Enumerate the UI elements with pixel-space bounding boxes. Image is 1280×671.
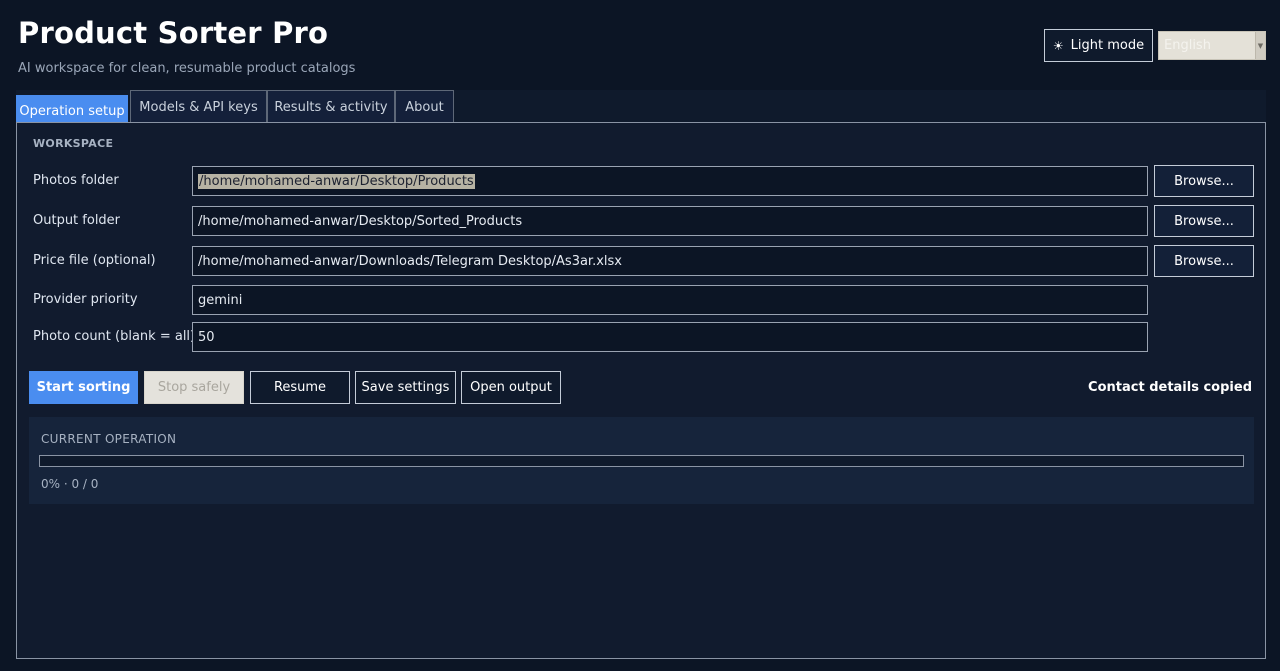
photo-count-value: 50 [198, 329, 215, 345]
output-folder-value: /home/mohamed-anwar/Desktop/Sorted_Produ… [198, 213, 523, 229]
current-operation-title: CURRENT OPERATION [41, 432, 177, 446]
photos-folder-label: Photos folder [33, 173, 119, 188]
price-file-label: Price file (optional) [33, 253, 156, 268]
tab-bar: Operation setup Models & API keys Result… [16, 90, 1266, 123]
tab-label: About [405, 99, 444, 115]
app-window: Product Sorter Pro AI workspace for clea… [0, 0, 1280, 671]
tab-about[interactable]: About [395, 90, 454, 123]
output-browse-button[interactable]: Browse... [1154, 205, 1254, 237]
tab-label: Results & activity [274, 99, 388, 115]
current-operation-card: CURRENT OPERATION 0% · 0 / 0 [29, 417, 1254, 504]
output-folder-input[interactable]: /home/mohamed-anwar/Desktop/Sorted_Produ… [192, 206, 1148, 236]
stop-safely-button[interactable]: Stop safely [144, 371, 244, 404]
photos-folder-input[interactable]: /home/mohamed-anwar/Desktop/Products [192, 166, 1148, 196]
save-settings-button[interactable]: Save settings [355, 371, 456, 404]
language-selected-value: English [1164, 38, 1211, 53]
light-mode-label: Light mode [1070, 38, 1145, 53]
photo-count-input[interactable]: 50 [192, 322, 1148, 352]
sun-icon: ☀ [1052, 38, 1064, 53]
tab-models-api-keys[interactable]: Models & API keys [130, 90, 267, 123]
output-folder-label: Output folder [33, 213, 121, 228]
provider-priority-label: Provider priority [33, 292, 138, 307]
open-output-button[interactable]: Open output [461, 371, 561, 404]
provider-priority-value: gemini [198, 292, 243, 308]
operation-stats: 0% · 0 / 0 [41, 477, 99, 491]
resume-button[interactable]: Resume [250, 371, 350, 404]
tab-results-activity[interactable]: Results & activity [267, 90, 395, 123]
light-mode-button[interactable]: ☀ Light mode [1044, 29, 1153, 62]
operation-setup-panel: WORKSPACE Photos folder /home/mohamed-an… [16, 122, 1266, 659]
language-select[interactable]: English ▼ [1158, 31, 1266, 60]
tab-label: Models & API keys [139, 99, 258, 115]
status-message: Contact details copied [1088, 380, 1252, 395]
app-subtitle: AI workspace for clean, resumable produc… [18, 61, 356, 76]
operation-progress-bar [39, 455, 1244, 467]
photos-browse-button[interactable]: Browse... [1154, 165, 1254, 197]
workspace-section-label: WORKSPACE [33, 137, 114, 150]
photo-count-label: Photo count (blank = all) [33, 329, 196, 344]
tab-label: Operation setup [19, 103, 125, 119]
price-browse-button[interactable]: Browse... [1154, 245, 1254, 277]
tab-operation-setup[interactable]: Operation setup [16, 95, 128, 123]
chevron-down-icon: ▼ [1255, 32, 1265, 59]
start-sorting-button[interactable]: Start sorting [29, 371, 138, 404]
app-title: Product Sorter Pro [18, 16, 329, 50]
price-file-value: /home/mohamed-anwar/Downloads/Telegram D… [198, 253, 622, 269]
price-file-input[interactable]: /home/mohamed-anwar/Downloads/Telegram D… [192, 246, 1148, 276]
provider-priority-input[interactable]: gemini [192, 285, 1148, 315]
photos-folder-value: /home/mohamed-anwar/Desktop/Products [198, 173, 475, 189]
